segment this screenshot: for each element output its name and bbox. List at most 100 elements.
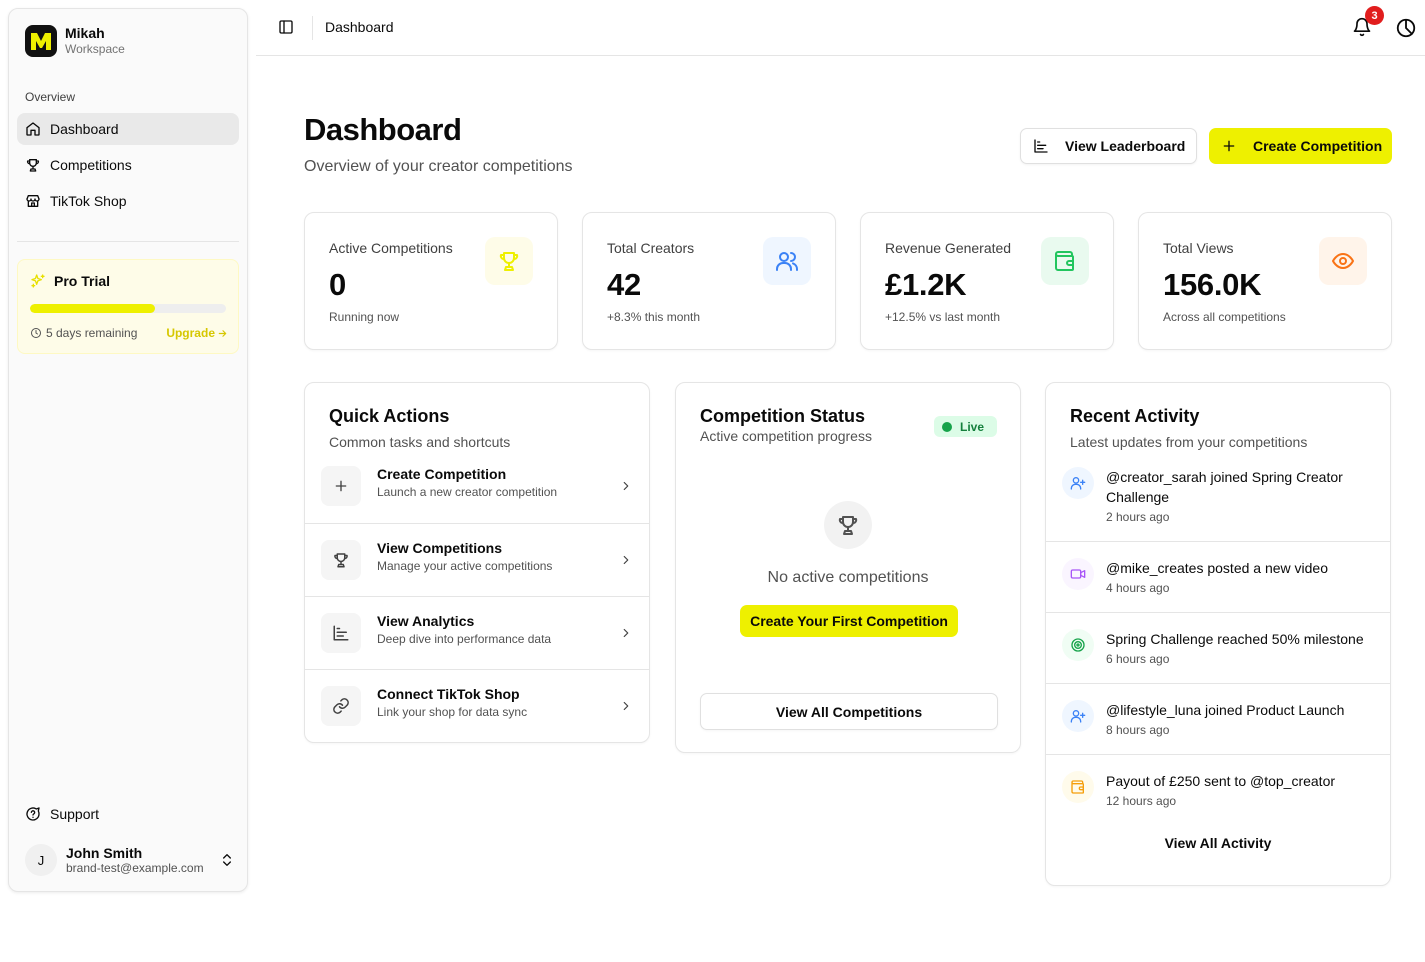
create-competition-button[interactable]: Create Competition [1209, 128, 1392, 164]
sidebar-nav: Dashboard Competitions TikTok Shop [17, 113, 239, 221]
sidebar-item-tiktok-shop[interactable]: TikTok Shop [17, 185, 239, 217]
trophy-icon [824, 501, 872, 549]
workspace-type: Workspace [65, 42, 125, 56]
stat-note: Across all competitions [1163, 310, 1286, 324]
plus-icon [321, 466, 361, 506]
pro-trial-card: Pro Trial 5 days remaining Upgrade [17, 259, 239, 354]
sidebar-toggle-icon[interactable] [278, 19, 294, 35]
stat-label: Revenue Generated [885, 240, 1012, 256]
user-email: brand-test@example.com [66, 860, 204, 875]
create-competition-label: Create Competition [1253, 138, 1383, 154]
live-dot-icon [942, 421, 952, 432]
topbar: Dashboard 3 [256, 0, 1425, 56]
avatar: J [25, 844, 57, 876]
activity-item: @creator_sarah joined Spring Creator Cha… [1046, 453, 1390, 541]
sidebar: Mikah Workspace Overview Dashboard Compe… [8, 8, 248, 892]
trial-title: Pro Trial [54, 273, 111, 289]
sidebar-item-label: TikTok Shop [50, 193, 127, 209]
trophy-icon [25, 157, 41, 173]
nav-group-label: Overview [25, 90, 76, 104]
quick-action-view-competitions[interactable]: View Competitions Manage your active com… [305, 523, 649, 596]
quick-action-title: Connect TikTok Shop [377, 686, 520, 702]
activity-text: @lifestyle_luna joined Product Launch [1106, 702, 1345, 718]
link-icon [321, 686, 361, 726]
home-icon [25, 121, 41, 137]
stat-value: £1.2K [885, 267, 967, 302]
panel-title: Recent Activity [1070, 406, 1200, 426]
bar-chart-icon [1033, 138, 1049, 154]
competition-status-panel: Competition Status Active competition pr… [675, 382, 1021, 753]
brand-logo [25, 25, 57, 57]
quick-action-view-analytics[interactable]: View Analytics Deep dive into performanc… [305, 596, 649, 669]
chevron-right-icon [619, 699, 633, 713]
stat-note: Running now [329, 310, 400, 324]
topbar-divider [312, 16, 313, 40]
quick-action-desc: Launch a new creator competition [377, 485, 558, 499]
user-plus-icon [1062, 700, 1094, 732]
stat-label: Total Creators [607, 240, 695, 256]
activity-text: @creator_sarah joined Spring Creator Cha… [1106, 469, 1343, 505]
stat-card-total-views: Total Views 156.0K Across all competitio… [1138, 212, 1392, 350]
panel-title: Quick Actions [329, 406, 450, 426]
clock-icon [30, 327, 42, 339]
wallet-icon [1062, 771, 1094, 803]
activity-item: @lifestyle_luna joined Product Launch 8 … [1046, 683, 1390, 754]
user-plus-icon [1062, 467, 1094, 499]
create-first-competition-button[interactable]: Create Your First Competition [740, 605, 958, 637]
stat-label: Total Views [1163, 240, 1234, 256]
chevron-right-icon [619, 553, 633, 567]
panel-subtitle: Common tasks and shortcuts [329, 434, 511, 450]
stat-card-revenue: Revenue Generated £1.2K +12.5% vs last m… [860, 212, 1114, 350]
chevron-right-icon [619, 626, 633, 640]
stat-card-total-creators: Total Creators 42 +8.3% this month [582, 212, 836, 350]
view-leaderboard-button[interactable]: View Leaderboard [1020, 128, 1197, 164]
view-all-competitions-button[interactable]: View All Competitions [700, 693, 998, 730]
sidebar-item-dashboard[interactable]: Dashboard [17, 113, 239, 145]
sidebar-item-competitions[interactable]: Competitions [17, 149, 239, 181]
workspace-switcher[interactable]: Mikah Workspace [25, 25, 125, 57]
user-name: John Smith [66, 844, 143, 861]
chart-icon [321, 613, 361, 653]
stat-value: 0 [329, 267, 346, 302]
theme-toggle-icon[interactable] [1395, 17, 1417, 39]
activity-item: Payout of £250 sent to @top_creator 12 h… [1046, 754, 1390, 816]
store-icon [25, 193, 41, 209]
stat-value: 156.0K [1163, 267, 1262, 302]
recent-activity-panel: Recent Activity Latest updates from your… [1045, 382, 1391, 886]
target-icon [1062, 629, 1094, 661]
support-label: Support [50, 806, 100, 822]
quick-action-desc: Deep dive into performance data [377, 632, 552, 646]
status-badge-label: Live [960, 419, 985, 434]
panel-title: Competition Status [700, 406, 865, 426]
activity-time: 2 hours ago [1106, 510, 1170, 524]
activity-text: Payout of £250 sent to @top_creator [1106, 773, 1336, 789]
sparkles-icon [30, 273, 46, 289]
activity-item: @mike_creates posted a new video 4 hours… [1046, 541, 1390, 612]
quick-action-create-competition[interactable]: Create Competition Launch a new creator … [305, 450, 649, 523]
activity-time: 12 hours ago [1106, 794, 1177, 808]
stat-value: 42 [607, 267, 641, 302]
upgrade-label: Upgrade [166, 326, 215, 340]
help-circle-icon [25, 806, 41, 822]
stat-note: +12.5% vs last month [885, 310, 1001, 324]
support-link[interactable]: Support [25, 806, 99, 822]
plus-icon [1221, 138, 1237, 154]
stat-label: Active Competitions [329, 240, 453, 256]
arrow-right-icon [217, 328, 228, 339]
activity-item: Spring Challenge reached 50% milestone 6… [1046, 612, 1390, 683]
user-menu[interactable]: J John Smith brand-test@example.com [25, 842, 235, 878]
panel-subtitle: Latest updates from your competitions [1070, 434, 1308, 450]
activity-text: Spring Challenge reached 50% milestone [1106, 631, 1364, 647]
empty-state-text: No active competitions [767, 569, 929, 586]
stat-card-active-competitions: Active Competitions 0 Running now [304, 212, 558, 350]
view-all-activity-link[interactable]: View All Activity [1046, 835, 1390, 851]
panel-subtitle: Active competition progress [700, 428, 872, 444]
breadcrumb: Dashboard [325, 19, 394, 35]
upgrade-link[interactable]: Upgrade [166, 326, 228, 340]
trophy-icon [321, 540, 361, 580]
users-icon [763, 237, 811, 285]
video-icon [1062, 558, 1094, 590]
stat-note: +8.3% this month [607, 310, 701, 324]
page-title: Dashboard [304, 112, 462, 147]
quick-action-connect-tiktok-shop[interactable]: Connect TikTok Shop Link your shop for d… [305, 669, 649, 742]
